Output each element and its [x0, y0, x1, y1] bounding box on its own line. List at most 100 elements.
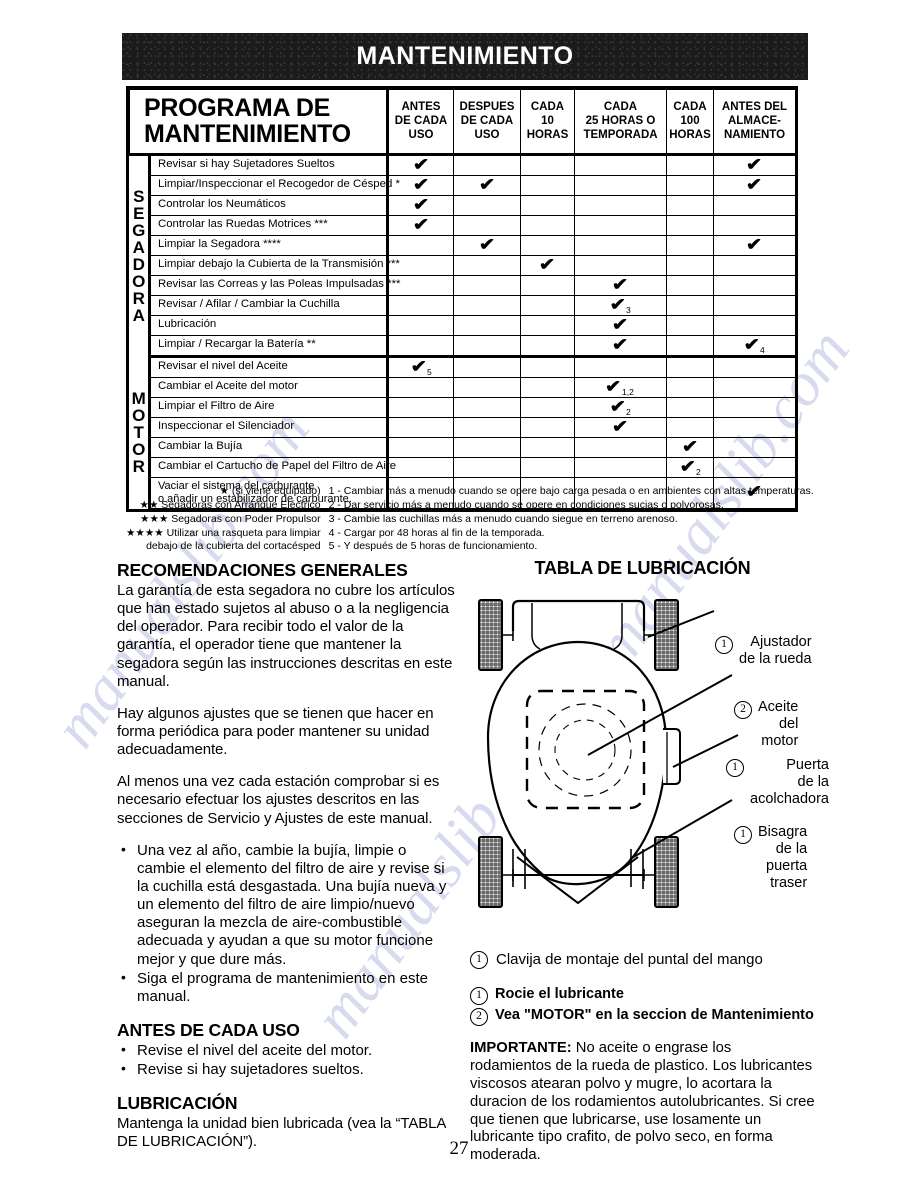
- table-row: Limpiar la Segadora **** ✔ ✔: [130, 234, 796, 256]
- table-row: Revisar las Correas y las Poleas Impulsa…: [130, 274, 796, 296]
- schedule-cell: ✔1,2: [574, 376, 667, 398]
- schedule-cell: ✔2: [574, 396, 667, 418]
- lubrication-heading: LUBRICACIÓN: [117, 1093, 238, 1114]
- page-banner-title: MANTENIMIENTO: [122, 33, 808, 80]
- schedule-cell: [520, 334, 575, 358]
- recommendations-bullet-list: Una vez al año, cambie la bujía, limpie …: [117, 841, 457, 1006]
- schedule-cell: [574, 214, 667, 236]
- legend-item: 2 Vea "MOTOR" en la seccion de Mantenimi…: [470, 1006, 815, 1026]
- task-label: Controlar las Ruedas Motrices ***: [149, 214, 389, 236]
- right-diagram-column: TABLA DE LUBRICACIÓN 1 Ajustador de la r…: [470, 558, 829, 1165]
- schedule-cell: [453, 396, 521, 418]
- table-row: Lubricación ✔: [130, 314, 796, 336]
- schedule-cell: [520, 396, 575, 418]
- recommendations-paragraph-2: Hay algunos ajustes que se tienen que ha…: [117, 704, 434, 759]
- checkmark-icon: ✔: [412, 174, 430, 194]
- maintenance-schedule-table: PROGRAMA DE MANTENIMIENTO ANTES DE CADA USO D…: [126, 86, 798, 512]
- list-item: Siga el programa de mantenimiento en est…: [117, 969, 457, 1006]
- page-number: 27: [449, 1138, 469, 1159]
- schedule-cell: [453, 334, 521, 358]
- schedule-cell: [520, 456, 575, 478]
- schedule-cell: [453, 214, 521, 236]
- column-header-3: CADA 25 HORAS O TEMPORADA: [574, 89, 667, 156]
- schedule-cell: [713, 254, 796, 276]
- before-each-use-heading: ANTES DE CADA USO: [117, 1019, 300, 1040]
- footnote-symbol: ★★★★ Utilizar una rasqueta para limpiar: [126, 526, 321, 539]
- recommendations-paragraph-3: Al menos una vez cada estación comprobar…: [117, 773, 440, 827]
- table-row: Limpiar / Recargar la Batería ** ✔ ✔4: [130, 334, 796, 358]
- schedule-cell: ✔: [713, 153, 796, 176]
- schedule-cell: ✔: [574, 416, 667, 438]
- task-label: Limpiar/Inspeccionar el Recogedor de Cés…: [149, 174, 400, 196]
- schedule-cell: [520, 294, 575, 316]
- lubrication-legend: 1 Rocie el lubricante 2 Vea "MOTOR" en l…: [470, 985, 815, 1026]
- checkmark-icon: ✔5: [410, 356, 432, 377]
- recommendations-paragraph-1: La garantía de esta segadora no cubre lo…: [117, 582, 455, 690]
- schedule-cell: [666, 294, 714, 316]
- schedule-cell: [666, 174, 714, 196]
- schedule-cell: [387, 456, 454, 478]
- task-label: Lubricación: [149, 314, 389, 336]
- schedule-cell: ✔: [666, 436, 714, 458]
- schedule-cell: ✔: [387, 214, 454, 236]
- schedule-cell: [666, 153, 714, 176]
- footnote-symbol: ★★ Segadoras con Arranque Eléctrico: [139, 498, 321, 511]
- schedule-cell: [520, 234, 575, 256]
- schedule-cell: [574, 254, 667, 276]
- schedule-cell: [574, 153, 667, 176]
- checkmark-icon: ✔: [746, 174, 763, 194]
- task-label: Cambiar el Aceite del motor: [149, 376, 389, 398]
- column-header-5: ANTES DEL ALMACE- NAMIENTO: [713, 89, 796, 156]
- schedule-cell: [387, 436, 454, 458]
- schedule-cell: [453, 355, 521, 378]
- schedule-cell: [574, 436, 667, 458]
- schedule-cell: [453, 254, 521, 276]
- schedule-cell: [453, 194, 521, 216]
- schedule-cell: [387, 314, 454, 336]
- schedule-cell: [453, 274, 521, 296]
- schedule-cell: [574, 234, 667, 256]
- schedule-cell: [574, 174, 667, 196]
- schedule-cell: [387, 376, 454, 398]
- recommendations-heading: RECOMENDACIONES GENERALES: [117, 560, 408, 580]
- schedule-cell: [666, 254, 714, 276]
- checkmark-icon: ✔3: [609, 294, 632, 315]
- table-footnotes: ★ (si viene equipado) ★★ Segadoras con Ar…: [126, 485, 814, 554]
- schedule-cell: [387, 396, 454, 418]
- group-label-segadora: SEGADORA: [129, 154, 151, 356]
- table-row: Cambiar el Aceite del motor ✔1,2: [130, 376, 796, 398]
- schedule-cell: [713, 436, 796, 458]
- schedule-cell: [387, 234, 454, 256]
- footnote-numbered: 2 - Dar servicio más a menudo cuando se …: [328, 498, 724, 511]
- schedule-cell: ✔: [387, 194, 454, 216]
- schedule-cell: [520, 416, 575, 438]
- schedule-cell: [520, 436, 575, 458]
- list-item: Revise si hay sujetadores sueltos.: [117, 1060, 457, 1079]
- schedule-cell: [453, 416, 521, 438]
- table-row: Cambiar el Cartucho de Papel del Filtro …: [130, 456, 796, 478]
- footnote-numbered: 5 - Y después de 5 horas de funcionamien…: [328, 540, 538, 553]
- checkmark-icon: ✔: [539, 254, 556, 274]
- schedule-cell: [666, 416, 714, 438]
- schedule-cell: [713, 274, 796, 296]
- checkmark-icon: ✔: [746, 154, 763, 174]
- table-row: Limpiar/Inspeccionar el Recogedor de Cés…: [130, 174, 796, 196]
- column-header-2: CADA 10 HORAS: [520, 89, 575, 156]
- schedule-cell: [387, 416, 454, 438]
- column-header-1: DESPUES DE CADA USO: [453, 89, 521, 156]
- task-label: Inspeccionar el Silenciador: [149, 416, 389, 438]
- schedule-cell: [453, 314, 521, 336]
- column-header-0: ANTES DE CADA USO: [387, 89, 454, 156]
- schedule-cell: [520, 376, 575, 398]
- checkmark-icon: ✔: [478, 174, 496, 194]
- checkmark-icon: ✔: [612, 314, 629, 334]
- schedule-cell: [520, 194, 575, 216]
- list-item: Una vez al año, cambie la bujía, limpie …: [117, 841, 457, 969]
- schedule-cell: [666, 355, 714, 378]
- lubrication-chart-heading: TABLA DE LUBRICACIÓN: [534, 558, 751, 578]
- task-label: Revisar el nivel del Aceite: [149, 355, 389, 378]
- task-label: Revisar las Correas y las Poleas Impulsa…: [149, 274, 400, 296]
- checkmark-icon: ✔4: [743, 334, 766, 355]
- table-row: Revisar / Afilar / Cambiar la Cuchilla ✔3: [130, 294, 796, 316]
- schedule-cell: [666, 334, 714, 358]
